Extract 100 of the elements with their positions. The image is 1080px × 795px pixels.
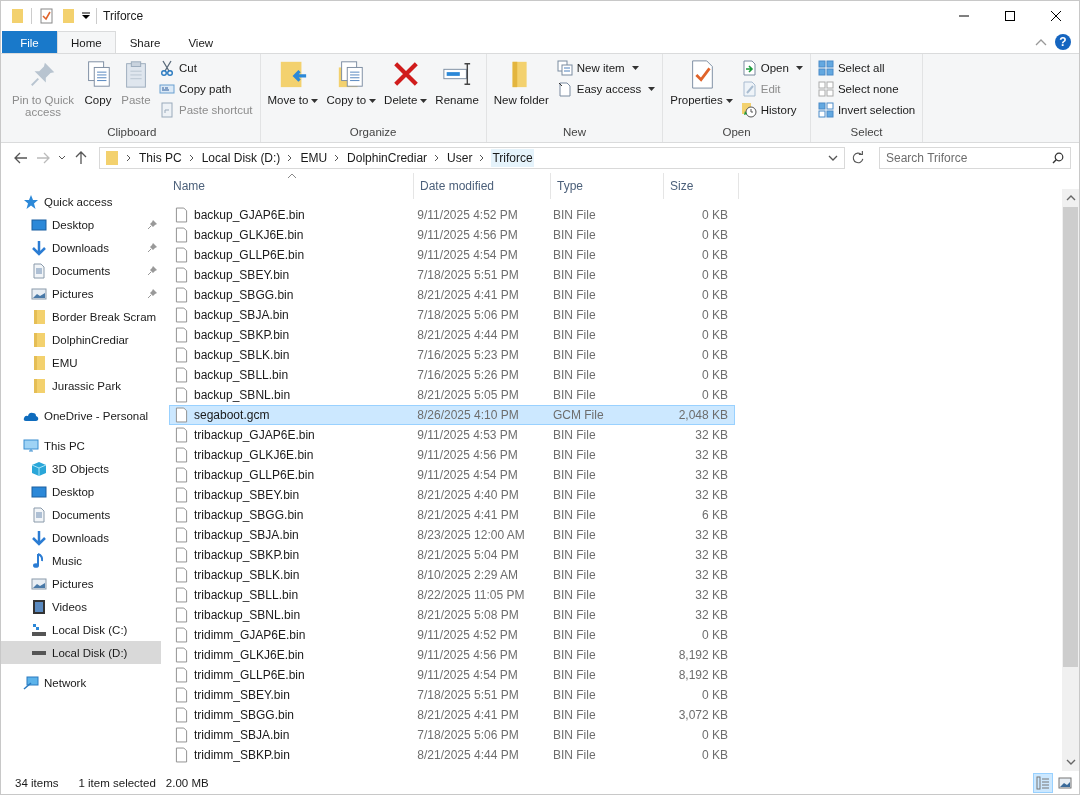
file-icon — [175, 467, 188, 483]
breadcrumb[interactable]: EMU — [299, 149, 329, 167]
back-icon[interactable] — [13, 150, 29, 166]
column-header[interactable]: Type — [551, 173, 664, 199]
column-header[interactable]: Name — [167, 173, 414, 199]
file-row[interactable]: backup_SBNL.bin 8/21/2025 5:05 PM BIN File 0 KB — [169, 385, 735, 405]
file-row[interactable]: tribackup_SBKP.bin 8/21/2025 5:04 PM BIN File 32 KB — [169, 545, 735, 565]
scroll-down-icon[interactable] — [1065, 759, 1076, 765]
file-row[interactable]: tribackup_GLLP6E.bin 9/11/2025 4:54 PM BIN File 32 KB — [169, 465, 735, 485]
ribbon-button[interactable]: Select none — [814, 79, 919, 99]
scrollbar[interactable] — [1062, 189, 1079, 771]
file-row[interactable]: tridimm_SBGG.bin 8/21/2025 4:41 PM BIN File 3,072 KB — [169, 705, 735, 725]
file-row[interactable]: tribackup_SBNL.bin 8/21/2025 5:08 PM BIN File 32 KB — [169, 605, 735, 625]
sidebar-item[interactable]: Downloads — [1, 526, 161, 549]
sidebar-item[interactable]: Network — [1, 671, 161, 694]
collapse-ribbon-icon[interactable] — [1035, 38, 1047, 46]
file-row[interactable]: backup_GLLP6E.bin 9/11/2025 4:54 PM BIN File 0 KB — [169, 245, 735, 265]
file-row[interactable]: tribackup_SBJA.bin 8/23/2025 12:00 AM BIN File 32 KB — [169, 525, 735, 545]
sidebar-item[interactable]: Local Disk (D:) — [1, 641, 161, 664]
ribbon-tab[interactable]: Home — [57, 31, 116, 53]
ribbon-button[interactable]: Select all — [814, 58, 919, 78]
size-cell-text: 32 KB — [694, 528, 729, 542]
breadcrumb[interactable]: Local Disk (D:) — [200, 149, 282, 167]
column-header[interactable]: Date modified — [414, 173, 551, 199]
file-row[interactable]: backup_SBJA.bin 7/18/2025 5:06 PM BIN File 0 KB — [169, 305, 735, 325]
customize-toolbar-icon[interactable] — [82, 12, 90, 20]
sidebar-item[interactable]: Documents — [1, 259, 161, 282]
ribbon-button[interactable]: Move to — [264, 57, 322, 126]
file-row[interactable]: tridimm_SBEY.bin 7/18/2025 5:51 PM BIN File 0 KB — [169, 685, 735, 705]
file-row[interactable]: tridimm_GLKJ6E.bin 9/11/2025 4:56 PM BIN File 8,192 KB — [169, 645, 735, 665]
sidebar-item[interactable]: Desktop — [1, 213, 161, 236]
ribbon-button[interactable]: Rename — [432, 57, 482, 126]
breadcrumb[interactable]: Triforce — [491, 149, 534, 167]
sidebar-item[interactable]: Pictures — [1, 282, 161, 305]
address-bar[interactable]: This PC Local Disk (D:) EMU DolphinCrediar User Triforce — [99, 147, 845, 169]
file-row[interactable]: tribackup_SBLL.bin 8/22/2025 11:05 PM BIN File 32 KB — [169, 585, 735, 605]
scrollbar-thumb[interactable] — [1063, 207, 1078, 667]
file-row[interactable]: backup_GLKJ6E.bin 9/11/2025 4:56 PM BIN File 0 KB — [169, 225, 735, 245]
file-row[interactable]: tribackup_SBEY.bin 8/21/2025 4:40 PM BIN File 32 KB — [169, 485, 735, 505]
scroll-up-icon[interactable] — [1065, 195, 1076, 201]
ribbon-tab[interactable]: Share — [115, 31, 175, 53]
file-row[interactable]: tribackup_SBLK.bin 8/10/2025 2:29 AM BIN File 32 KB — [169, 565, 735, 585]
breadcrumb[interactable]: DolphinCrediar — [346, 149, 429, 167]
properties-icon[interactable] — [38, 8, 54, 24]
file-row[interactable]: backup_SBKP.bin 8/21/2025 4:44 PM BIN File 0 KB — [169, 325, 735, 345]
file-row[interactable]: tridimm_GJAP6E.bin 9/11/2025 4:52 PM BIN File 0 KB — [169, 625, 735, 645]
up-icon[interactable] — [73, 150, 89, 166]
sidebar-item[interactable]: Desktop — [1, 480, 161, 503]
ribbon-button[interactable]: Copy to — [323, 57, 380, 126]
column-header[interactable]: Size — [664, 173, 739, 199]
dropdown-icon[interactable] — [828, 154, 838, 162]
sidebar-item[interactable]: Jurassic Park — [1, 374, 161, 397]
file-row[interactable]: tribackup_GLKJ6E.bin 9/11/2025 4:56 PM BIN File 32 KB — [169, 445, 735, 465]
file-row[interactable]: backup_SBLK.bin 7/16/2025 5:23 PM BIN File 0 KB — [169, 345, 735, 365]
breadcrumb[interactable]: This PC — [138, 149, 183, 167]
sidebar-item[interactable]: OneDrive - Personal — [1, 404, 161, 427]
file-icon — [175, 327, 188, 343]
ribbon-button[interactable]: Open — [737, 58, 806, 78]
refresh-icon[interactable] — [851, 151, 865, 165]
file-row[interactable]: backup_SBEY.bin 7/18/2025 5:51 PM BIN File 0 KB — [169, 265, 735, 285]
file-row[interactable]: segaboot.gcm 8/26/2025 4:10 PM GCM File 2,048 KB — [169, 405, 735, 425]
ribbon-tab[interactable]: View — [174, 31, 228, 53]
recent-locations-icon[interactable] — [57, 154, 67, 162]
ribbon-button[interactable]: Invert selection — [814, 100, 919, 120]
ribbon-button[interactable]: Copy path — [156, 79, 256, 99]
sidebar-item[interactable]: Quick access — [1, 190, 161, 213]
ribbon-button[interactable]: Copy — [80, 57, 116, 126]
file-row[interactable]: tribackup_GJAP6E.bin 9/11/2025 4:53 PM BIN File 32 KB — [169, 425, 735, 445]
file-row[interactable]: tridimm_SBJA.bin 7/18/2025 5:06 PM BIN File 0 KB — [169, 725, 735, 745]
ribbon-button[interactable]: History — [737, 100, 806, 120]
file-row[interactable]: backup_SBGG.bin 8/21/2025 4:41 PM BIN File 0 KB — [169, 285, 735, 305]
file-row[interactable]: backup_SBLL.bin 7/16/2025 5:26 PM BIN File 0 KB — [169, 365, 735, 385]
ribbon-button[interactable]: New folder — [490, 57, 552, 126]
ribbon-button[interactable]: Cut — [156, 58, 256, 78]
sidebar-item[interactable]: DolphinCrediar — [1, 328, 161, 351]
ribbon-button[interactable]: Delete — [381, 57, 431, 126]
document-icon — [556, 81, 573, 97]
sidebar-item[interactable]: Downloads — [1, 236, 161, 259]
sidebar-item[interactable]: 3D Objects — [1, 457, 161, 480]
breadcrumb[interactable]: User — [446, 149, 474, 167]
file-row[interactable]: tribackup_SBGG.bin 8/21/2025 4:41 PM BIN File 6 KB — [169, 505, 735, 525]
ribbon-button[interactable]: New item — [553, 58, 659, 78]
sidebar-item[interactable]: EMU — [1, 351, 161, 374]
ribbon-button[interactable]: Properties — [667, 57, 736, 126]
sidebar-item[interactable]: Documents — [1, 503, 161, 526]
sidebar-item[interactable]: Music — [1, 549, 161, 572]
sidebar-item[interactable]: Pictures — [1, 572, 161, 595]
search-field[interactable]: Search Triforce — [879, 147, 1071, 169]
file-icon — [175, 527, 188, 543]
sidebar-item[interactable]: Videos — [1, 595, 161, 618]
size-cell-text: 32 KB — [694, 448, 729, 462]
file-row[interactable]: backup_GJAP6E.bin 9/11/2025 4:52 PM BIN File 0 KB — [169, 205, 735, 225]
sidebar-item[interactable]: Border Break Scram — [1, 305, 161, 328]
ribbon-button[interactable]: Easy access — [553, 79, 659, 99]
help-button[interactable]: ? — [1055, 34, 1071, 50]
file-row[interactable]: tridimm_GLLP6E.bin 9/11/2025 4:54 PM BIN File 8,192 KB — [169, 665, 735, 685]
file-tab[interactable]: File — [2, 31, 57, 53]
sidebar-item[interactable]: This PC — [1, 434, 161, 457]
sidebar-item[interactable]: Local Disk (C:) — [1, 618, 161, 641]
file-row[interactable]: tridimm_SBKP.bin 8/21/2025 4:44 PM BIN File 0 KB — [169, 745, 735, 765]
